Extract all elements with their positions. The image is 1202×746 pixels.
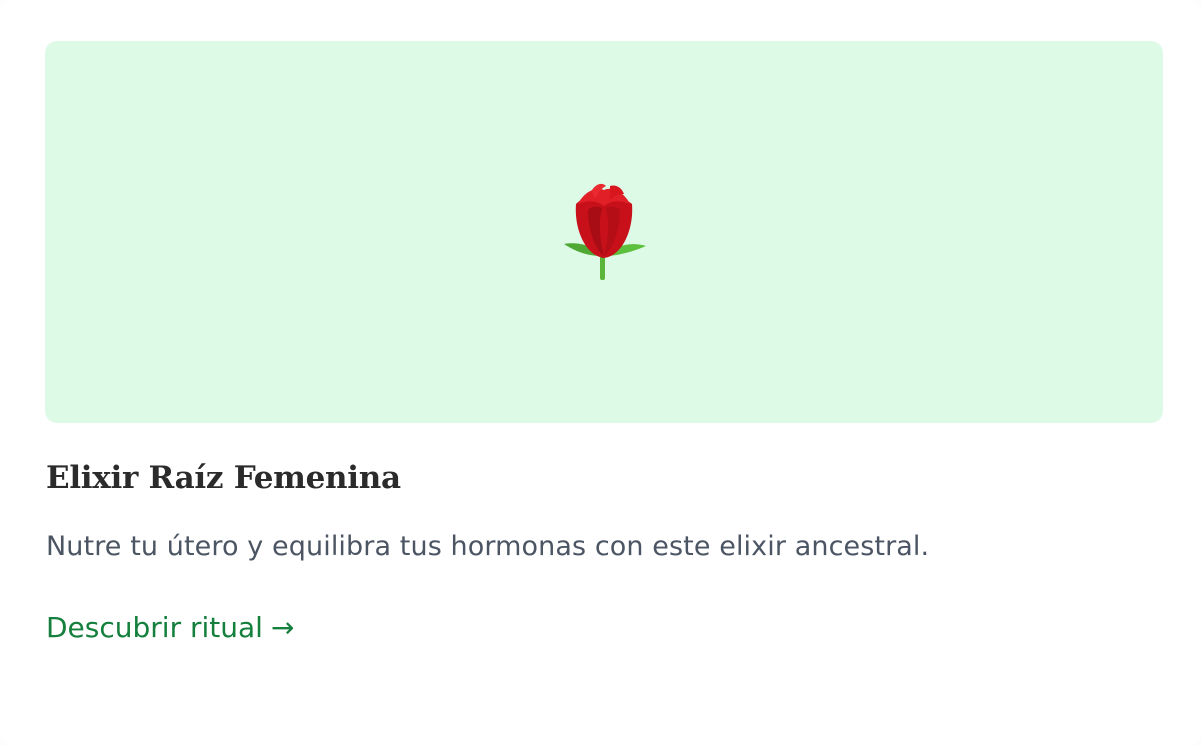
product-card: Elixir Raíz Femenina Nutre tu útero y eq… bbox=[0, 0, 1202, 746]
product-description: Nutre tu útero y equilibra tus hormonas … bbox=[46, 531, 930, 562]
product-title: Elixir Raíz Femenina bbox=[46, 460, 401, 496]
rose-icon bbox=[564, 183, 646, 280]
arrow-right-icon: → bbox=[270, 611, 295, 644]
discover-ritual-label: Descubrir ritual bbox=[46, 611, 263, 644]
product-image-panel bbox=[45, 41, 1163, 423]
discover-ritual-link[interactable]: Descubrir ritual → bbox=[46, 611, 294, 644]
